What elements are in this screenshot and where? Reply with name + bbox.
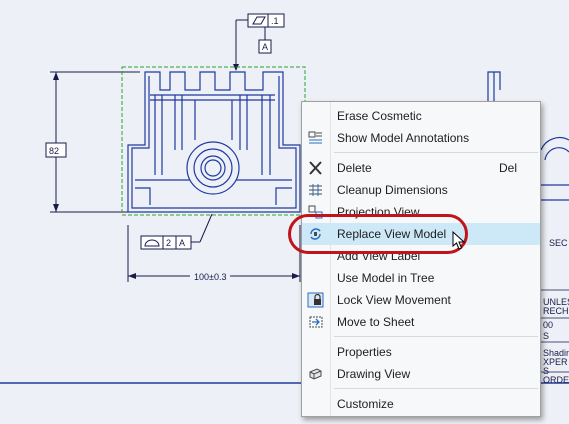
menu-item-label: Delete xyxy=(337,161,372,175)
gtol-frame-bottom[interactable]: 2 A xyxy=(140,213,213,250)
menu-item-label: Erase Cosmetic xyxy=(337,109,422,123)
menu-item-label: Use Model in Tree xyxy=(337,271,435,285)
menu-item-lock-view-movement[interactable]: Lock View Movement xyxy=(302,289,540,311)
menu-separator xyxy=(334,152,538,153)
menu-item-customize[interactable]: Customize xyxy=(302,393,540,415)
gtol-frame-top[interactable]: .1 A xyxy=(233,13,285,71)
gtol-top-datum: A xyxy=(262,42,268,52)
lock-icon xyxy=(307,292,324,308)
dimension-height-value: 82 xyxy=(49,146,59,156)
menu-item-label: Customize xyxy=(337,397,394,411)
menu-item-label: Drawing View xyxy=(337,367,411,381)
gtol-bottom-tolerance: 2 xyxy=(166,238,171,248)
menu-item-delete[interactable]: Delete Del xyxy=(302,157,540,179)
mouse-pointer-icon xyxy=(452,231,466,250)
context-menu: Erase Cosmetic Show Model Annotations De… xyxy=(301,101,541,417)
menu-item-label: Properties xyxy=(337,345,392,359)
menu-item-erase-cosmetic[interactable]: Erase Cosmetic xyxy=(302,105,540,127)
section-label: SEC xyxy=(549,238,568,248)
menu-item-properties[interactable]: Properties xyxy=(302,341,540,363)
title-block-text-3: 00 xyxy=(543,320,554,330)
dimension-height[interactable]: 82 xyxy=(45,71,140,213)
title-block-text-8: ORDER xyxy=(543,375,569,385)
menu-item-label: Cleanup Dimensions xyxy=(337,183,448,197)
cleanup-dimensions-icon xyxy=(309,184,322,196)
part-front-view[interactable] xyxy=(127,71,301,213)
menu-separator xyxy=(334,388,538,389)
menu-item-label: Show Model Annotations xyxy=(337,131,470,145)
menu-item-use-model-in-tree[interactable]: Use Model in Tree xyxy=(302,267,540,289)
menu-separator xyxy=(334,336,538,337)
show-annotations-icon xyxy=(308,131,322,144)
drawing-view-icon xyxy=(309,368,322,380)
menu-item-label: Lock View Movement xyxy=(337,293,451,307)
menu-item-shortcut: Del xyxy=(499,161,518,175)
title-block-text-4: S xyxy=(543,331,550,341)
menu-item-show-model-annotations[interactable]: Show Model Annotations xyxy=(302,127,540,149)
menu-item-drawing-view[interactable]: Drawing View xyxy=(302,363,540,385)
dimension-width[interactable]: 100±0.3 xyxy=(127,225,301,282)
gtol-bottom-datum: A xyxy=(179,238,185,248)
menu-item-cleanup-dimensions[interactable]: Cleanup Dimensions xyxy=(302,179,540,201)
move-to-sheet-icon xyxy=(309,316,323,328)
title-block-text-2: RECHED xyxy=(543,306,569,316)
delete-x-icon xyxy=(309,161,322,175)
menu-item-label: Move to Sheet xyxy=(337,315,415,329)
dimension-width-value: 100±0.3 xyxy=(194,272,226,282)
highlight-callout xyxy=(288,214,468,254)
menu-item-move-to-sheet[interactable]: Move to Sheet xyxy=(302,311,540,333)
gtol-top-tolerance: .1 xyxy=(271,16,279,26)
